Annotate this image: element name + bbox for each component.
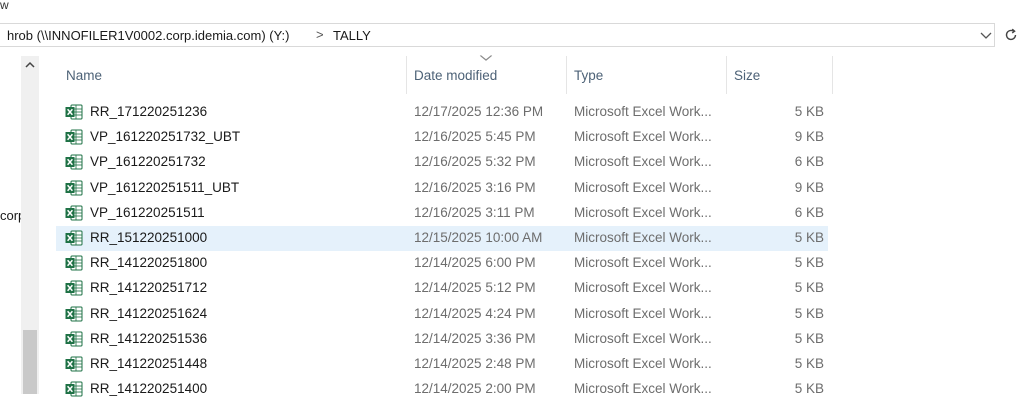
file-date-modified: 12/16/2025 5:32 PM xyxy=(414,154,536,170)
file-date-modified: 12/16/2025 5:45 PM xyxy=(414,129,536,145)
file-row[interactable]: RR_171220251236 12/17/2025 12:36 PM Micros… xyxy=(56,100,836,125)
excel-file-icon xyxy=(65,129,83,145)
file-size: 5 KB xyxy=(794,305,824,321)
file-row[interactable]: RR_141220251400 12/14/2025 2:00 PM Microso… xyxy=(56,377,836,402)
column-divider[interactable] xyxy=(726,56,727,94)
file-size: 5 KB xyxy=(794,104,824,119)
file-name: VP_161220251732_UBT xyxy=(90,129,241,145)
excel-file-icon xyxy=(65,255,83,271)
file-type: Microsoft Excel Work... xyxy=(574,280,712,296)
file-list: RR_171220251236 12/17/2025 12:36 PM Micros… xyxy=(56,100,836,402)
chevron-down-icon[interactable] xyxy=(978,27,994,45)
file-date-modified: 12/14/2025 3:36 PM xyxy=(414,330,536,346)
file-row[interactable]: RR_141220251800 12/14/2025 6:00 PM Microso… xyxy=(56,251,836,276)
window-top-strip: w xyxy=(0,0,1024,22)
file-type: Microsoft Excel Work... xyxy=(574,229,712,245)
file-row[interactable]: RR_141220251536 12/14/2025 3:36 PM Microso… xyxy=(56,327,836,352)
excel-file-icon xyxy=(65,230,83,246)
file-name: VP_161220251511_UBT xyxy=(90,179,240,195)
file-type: Microsoft Excel Work... xyxy=(574,129,712,145)
sort-caret-down-icon xyxy=(479,53,493,63)
column-header-size[interactable]: Size xyxy=(734,68,760,83)
file-size: 6 KB xyxy=(794,204,824,220)
column-header-date-modified[interactable]: Date modified xyxy=(414,68,497,83)
file-row[interactable]: VP_161220251511_UBT 12/16/2025 3:16 PM Mic… xyxy=(56,176,836,201)
excel-file-icon xyxy=(65,104,83,120)
file-name: RR_141220251448 xyxy=(90,355,208,371)
file-name: RR_141220251624 xyxy=(90,305,208,321)
file-row[interactable]: VP_161220251732_UBT 12/16/2025 5:45 PM Mic… xyxy=(56,125,836,150)
file-row[interactable]: RR_141220251712 12/14/2025 5:12 PM Microso… xyxy=(56,276,836,301)
file-type: Microsoft Excel Work... xyxy=(574,204,712,220)
file-row[interactable]: VP_161220251511 12/16/2025 3:11 PM Microso… xyxy=(56,201,836,226)
address-path[interactable]: hrob (\\INNOFILER1V0002.corp.idemia.com)… xyxy=(7,28,290,43)
excel-file-icon xyxy=(65,306,83,322)
column-header-type[interactable]: Type xyxy=(574,68,603,83)
file-row[interactable]: RR_141220251448 12/14/2025 2:48 PM Microso… xyxy=(56,352,836,377)
file-date-modified: 12/16/2025 3:16 PM xyxy=(414,179,536,195)
file-type: Microsoft Excel Work... xyxy=(574,179,712,195)
refresh-icon[interactable] xyxy=(999,23,1023,47)
file-row[interactable]: RR_141220251624 12/14/2025 4:24 PM Microso… xyxy=(56,302,836,327)
excel-file-icon xyxy=(65,381,83,397)
navigation-pane[interactable]: corp xyxy=(0,56,40,394)
menu-fragment: w xyxy=(0,0,9,12)
excel-file-icon xyxy=(65,356,83,372)
file-row[interactable]: VP_161220251732 12/16/2025 5:32 PM Microso… xyxy=(56,150,836,175)
excel-file-icon xyxy=(65,180,83,196)
file-size: 6 KB xyxy=(794,154,824,170)
file-name: RR_141220251536 xyxy=(90,330,208,346)
file-name: RR_141220251800 xyxy=(90,255,208,271)
file-name: VP_161220251732 xyxy=(90,154,206,170)
column-divider[interactable] xyxy=(566,56,567,94)
chevron-up-icon[interactable] xyxy=(21,56,39,74)
file-type: Microsoft Excel Work... xyxy=(574,355,712,371)
file-row[interactable]: RR_151220251000 12/15/2025 10:00 AM Micros… xyxy=(56,225,828,252)
file-size: 5 KB xyxy=(794,229,824,245)
file-name: RR_171220251236 xyxy=(90,104,208,119)
file-type: Microsoft Excel Work... xyxy=(574,330,712,346)
excel-file-icon xyxy=(65,205,83,221)
file-size: 9 KB xyxy=(794,129,824,145)
excel-file-icon xyxy=(65,331,83,347)
file-date-modified: 12/16/2025 3:11 PM xyxy=(414,204,535,220)
column-header-row: Name Date modified Type Size xyxy=(56,53,836,94)
file-date-modified: 12/14/2025 6:00 PM xyxy=(414,255,536,271)
file-size: 5 KB xyxy=(794,330,824,346)
file-size: 5 KB xyxy=(794,355,824,371)
scrollbar-thumb[interactable] xyxy=(23,330,37,394)
excel-file-icon xyxy=(65,280,83,296)
file-size: 5 KB xyxy=(794,280,824,296)
column-divider[interactable] xyxy=(406,56,407,94)
file-name: VP_161220251511 xyxy=(90,204,205,220)
file-date-modified: 12/14/2025 5:12 PM xyxy=(414,280,536,296)
file-date-modified: 12/15/2025 10:00 AM xyxy=(414,229,543,245)
file-date-modified: 12/14/2025 2:48 PM xyxy=(414,355,536,371)
file-type: Microsoft Excel Work... xyxy=(574,255,712,271)
file-type: Microsoft Excel Work... xyxy=(574,305,712,321)
breadcrumb-current-folder[interactable]: TALLY xyxy=(333,28,371,43)
address-bar[interactable]: hrob (\\INNOFILER1V0002.corp.idemia.com)… xyxy=(0,23,995,47)
file-size: 5 KB xyxy=(794,255,824,271)
file-size: 9 KB xyxy=(794,179,824,195)
file-type: Microsoft Excel Work... xyxy=(574,104,712,119)
file-name: RR_141220251712 xyxy=(90,280,208,296)
file-date-modified: 12/14/2025 4:24 PM xyxy=(414,305,536,321)
file-type: Microsoft Excel Work... xyxy=(574,154,712,170)
file-date-modified: 12/17/2025 12:36 PM xyxy=(414,104,544,119)
column-divider[interactable] xyxy=(832,56,833,94)
excel-file-icon xyxy=(65,154,83,170)
file-name: RR_151220251000 xyxy=(90,229,208,245)
breadcrumb-separator-icon[interactable]: > xyxy=(316,27,324,42)
column-header-name[interactable]: Name xyxy=(66,68,102,83)
